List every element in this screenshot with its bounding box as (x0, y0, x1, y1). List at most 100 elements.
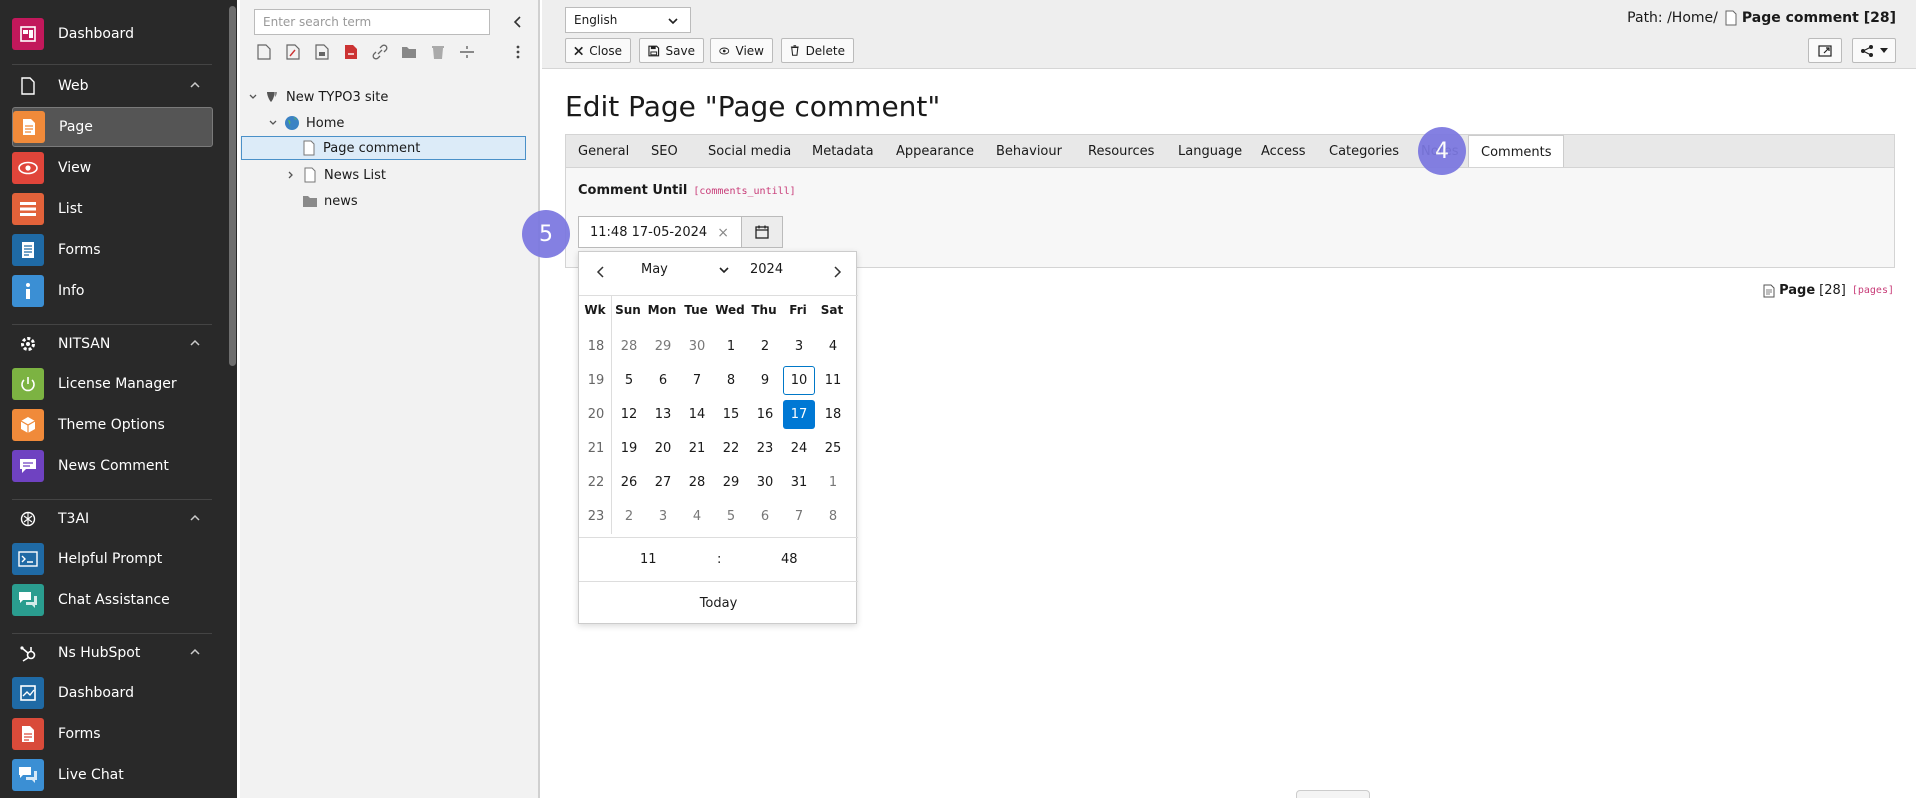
new-mountpoint-icon[interactable] (312, 42, 332, 62)
view-button[interactable]: View (710, 38, 773, 63)
module-chat-assistance[interactable]: Chat Assistance (12, 580, 212, 620)
calendar-day[interactable]: 28 (681, 468, 713, 497)
month-select[interactable]: May (641, 262, 668, 277)
calendar-day[interactable]: 29 (715, 468, 747, 497)
tab-comments[interactable]: Comments (1468, 135, 1565, 169)
tab-appearance[interactable]: Appearance (884, 135, 986, 168)
module-page[interactable]: Page (12, 107, 213, 147)
delete-button[interactable]: Delete (781, 38, 854, 63)
calendar-toggle-button[interactable] (741, 216, 783, 248)
new-page-icon[interactable] (254, 42, 274, 62)
calendar-day[interactable]: 9 (749, 366, 781, 395)
module-group-t3ai[interactable]: T3AI (12, 499, 212, 539)
chevron-right-icon[interactable] (284, 168, 298, 182)
tree-node-home[interactable]: Home (266, 111, 344, 135)
tab-behaviour[interactable]: Behaviour (984, 135, 1074, 168)
open-new-window-button[interactable] (1808, 38, 1842, 63)
today-button[interactable]: Today (579, 582, 858, 624)
clear-icon[interactable]: × (717, 225, 729, 241)
module-hubspot-forms[interactable]: Forms (12, 714, 212, 754)
calendar-day[interactable]: 1 (715, 332, 747, 361)
calendar-day[interactable]: 8 (715, 366, 747, 395)
module-view[interactable]: View (12, 148, 212, 188)
hour-input[interactable]: 11 (640, 552, 657, 567)
calendar-day[interactable]: 22 (715, 434, 747, 463)
tab-language[interactable]: Language (1166, 135, 1254, 168)
calendar-day[interactable]: 1 (817, 468, 849, 497)
tab-general[interactable]: General (566, 135, 641, 168)
new-shortcut-page-icon[interactable] (283, 42, 303, 62)
module-theme-options[interactable]: Theme Options (12, 405, 212, 445)
tree-search-input[interactable]: Enter search term (254, 9, 490, 35)
link-icon[interactable] (370, 42, 390, 62)
calendar-day[interactable]: 8 (817, 502, 849, 531)
calendar-day[interactable]: 27 (647, 468, 679, 497)
calendar-day[interactable]: 3 (647, 502, 679, 531)
calendar-day[interactable]: 19 (613, 434, 645, 463)
tab-social-media[interactable]: Social media (696, 135, 803, 168)
module-live-chat[interactable]: Live Chat (12, 755, 212, 795)
calendar-day[interactable]: 17 (783, 400, 815, 429)
tree-node-news[interactable]: news (302, 189, 358, 213)
more-options-icon[interactable] (508, 42, 528, 62)
calendar-day[interactable]: 5 (613, 366, 645, 395)
calendar-day[interactable]: 12 (613, 400, 645, 429)
prev-month-icon[interactable] (593, 264, 609, 280)
calendar-day[interactable]: 30 (749, 468, 781, 497)
tree-node-page-comment[interactable]: Page comment (241, 136, 526, 160)
module-info[interactable]: Info (12, 271, 212, 311)
calendar-day[interactable]: 4 (681, 502, 713, 531)
collapse-tree-icon[interactable] (508, 12, 528, 32)
module-news-comment[interactable]: News Comment (12, 446, 212, 486)
module-hubspot-dashboard[interactable]: Dashboard (12, 673, 212, 713)
calendar-day[interactable]: 7 (681, 366, 713, 395)
calendar-day[interactable]: 23 (749, 434, 781, 463)
calendar-day[interactable]: 16 (749, 400, 781, 429)
chevron-down-icon[interactable] (246, 90, 260, 104)
year-input[interactable]: 2024 (750, 262, 783, 277)
calendar-day[interactable]: 6 (749, 502, 781, 531)
module-forms[interactable]: Forms (12, 230, 212, 270)
calendar-day[interactable]: 5 (715, 502, 747, 531)
module-dashboard[interactable]: Dashboard (12, 14, 212, 54)
new-external-link-page-icon[interactable] (341, 42, 361, 62)
calendar-day[interactable]: 6 (647, 366, 679, 395)
calendar-day[interactable]: 14 (681, 400, 713, 429)
calendar-day[interactable]: 4 (817, 332, 849, 361)
tree-node-root[interactable]: New TYPO3 site (246, 85, 388, 109)
module-list[interactable]: List (12, 189, 212, 229)
calendar-day[interactable]: 25 (817, 434, 849, 463)
calendar-day[interactable]: 2 (749, 332, 781, 361)
calendar-day[interactable]: 2 (613, 502, 645, 531)
divider-page-icon[interactable] (457, 42, 477, 62)
module-helpful-prompt[interactable]: Helpful Prompt (12, 539, 212, 579)
comment-until-input[interactable]: 11:48 17-05-2024 × (578, 216, 742, 248)
calendar-day[interactable]: 3 (783, 332, 815, 361)
calendar-day[interactable]: 13 (647, 400, 679, 429)
calendar-day[interactable]: 7 (783, 502, 815, 531)
language-select[interactable]: English (565, 7, 691, 33)
calendar-day[interactable]: 29 (647, 332, 679, 361)
module-menu-scrollbar[interactable] (229, 6, 236, 366)
module-license-manager[interactable]: License Manager (12, 364, 212, 404)
save-button[interactable]: Save (639, 38, 704, 63)
tab-categories[interactable]: Categories (1317, 135, 1411, 168)
calendar-day[interactable]: 10 (783, 366, 815, 395)
module-group-nitsan[interactable]: NITSAN (12, 324, 212, 364)
tab-seo[interactable]: SEO (639, 135, 690, 168)
close-button[interactable]: Close (565, 38, 631, 63)
tab-access[interactable]: Access (1249, 135, 1318, 168)
chevron-down-icon[interactable] (266, 116, 280, 130)
calendar-day[interactable]: 28 (613, 332, 645, 361)
calendar-day[interactable]: 20 (647, 434, 679, 463)
next-month-icon[interactable] (829, 264, 845, 280)
minute-input[interactable]: 48 (781, 552, 798, 567)
tab-resources[interactable]: Resources (1076, 135, 1166, 168)
bottom-handle[interactable] (1296, 790, 1370, 798)
calendar-day[interactable]: 21 (681, 434, 713, 463)
module-group-ns-hubspot[interactable]: Ns HubSpot (12, 633, 212, 673)
share-dropdown-button[interactable] (1852, 38, 1896, 63)
calendar-day[interactable]: 11 (817, 366, 849, 395)
module-group-web[interactable]: Web (12, 66, 212, 106)
folder-icon[interactable] (399, 42, 419, 62)
